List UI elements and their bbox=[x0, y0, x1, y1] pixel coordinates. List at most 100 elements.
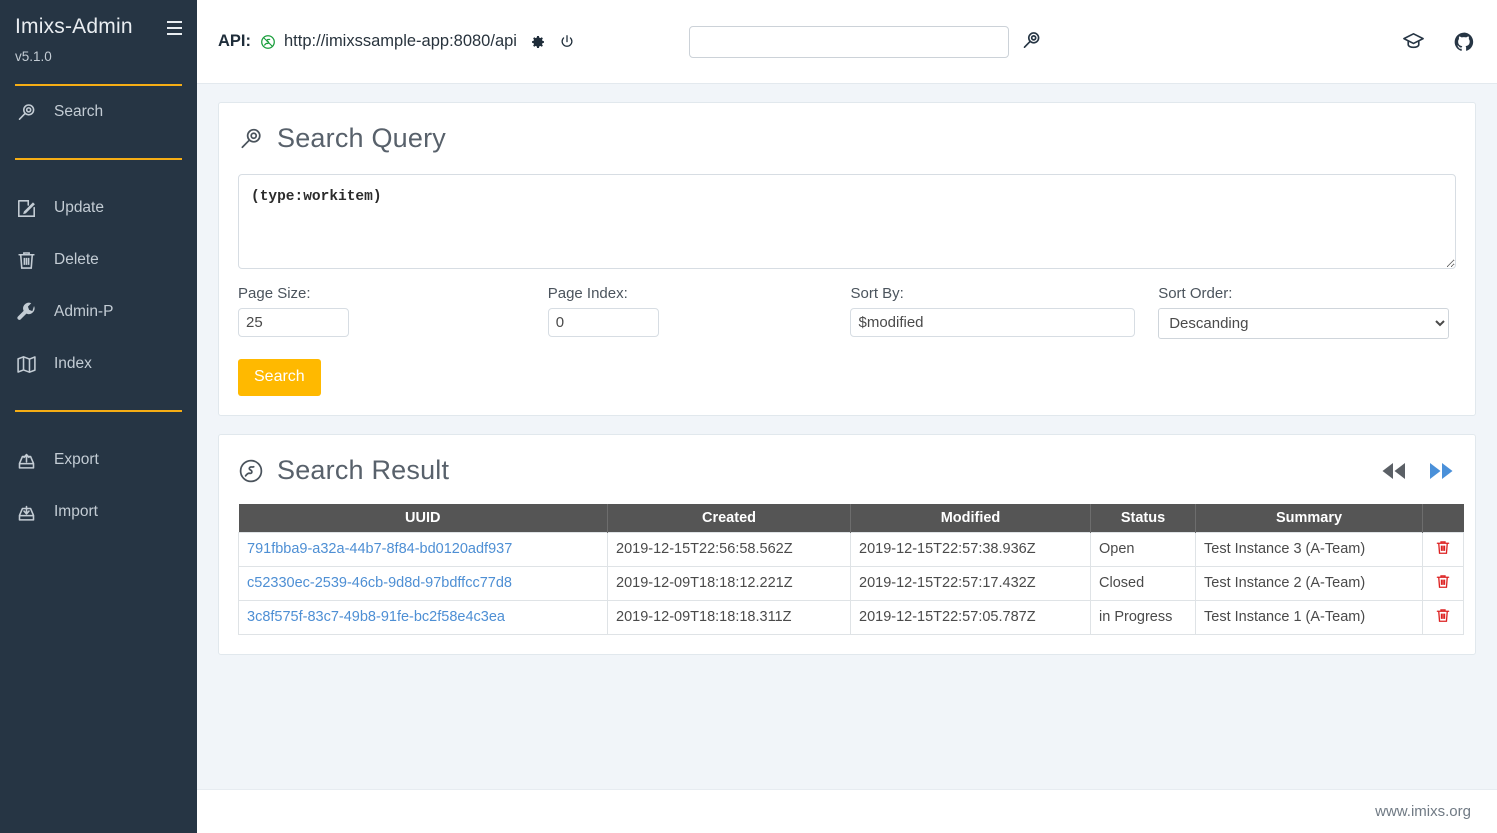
magnifier-icon bbox=[15, 101, 37, 123]
uuid-link[interactable]: c52330ec-2539-46cb-9d8d-97bdffcc77d8 bbox=[247, 575, 512, 591]
footer-text: www.imixs.org bbox=[1375, 803, 1471, 820]
sort-order-select[interactable]: DescandingAscanding bbox=[1158, 308, 1449, 339]
table-row: 3c8f575f-83c7-49b8-91fe-bc2f58e4c3ea 2019… bbox=[239, 600, 1464, 634]
github-icon[interactable] bbox=[1453, 31, 1475, 53]
cell-summary: Test Instance 1 (A-Team) bbox=[1196, 600, 1423, 634]
cell-summary: Test Instance 2 (A-Team) bbox=[1196, 566, 1423, 600]
page-title: Search Query bbox=[277, 123, 446, 154]
cell-actions bbox=[1423, 600, 1464, 634]
cell-created: 2019-12-09T18:18:18.311Z bbox=[608, 600, 851, 634]
app-title: Imixs-Admin bbox=[15, 14, 133, 40]
delete-row-button[interactable] bbox=[1435, 573, 1451, 590]
cell-actions bbox=[1423, 532, 1464, 566]
previous-page-button[interactable] bbox=[1379, 459, 1409, 483]
page-size-label: Page Size: bbox=[238, 285, 548, 302]
sidebar-item-delete[interactable]: Delete bbox=[0, 234, 197, 286]
uuid-link[interactable]: 791fbba9-a32a-44b7-8f84-bd0120adf937 bbox=[247, 541, 512, 557]
power-icon[interactable] bbox=[559, 34, 575, 50]
sort-by-input[interactable] bbox=[850, 308, 1135, 337]
next-page-button[interactable] bbox=[1426, 459, 1456, 483]
cell-status: Open bbox=[1091, 532, 1196, 566]
sidebar-item-admin-p[interactable]: Admin-P bbox=[0, 286, 197, 338]
page-size-input[interactable] bbox=[238, 308, 349, 337]
column-header-actions bbox=[1423, 504, 1464, 532]
query-params-row: Page Size: Page Index: Sort By: Sort Ord… bbox=[238, 285, 1456, 339]
cell-modified: 2019-12-15T22:57:38.936Z bbox=[851, 532, 1091, 566]
sidebar-item-label: Search bbox=[54, 103, 103, 121]
column-header-uuid[interactable]: UUID bbox=[239, 504, 608, 532]
results-table: UUID Created Modified Status Summary 791… bbox=[238, 504, 1464, 635]
sort-order-group: Sort Order: DescandingAscanding bbox=[1158, 285, 1456, 339]
sort-order-label: Sort Order: bbox=[1158, 285, 1456, 302]
results-table-wrap: UUID Created Modified Status Summary 791… bbox=[238, 504, 1456, 635]
uuid-link[interactable]: 3c8f575f-83c7-49b8-91fe-bc2f58e4c3ea bbox=[247, 609, 505, 625]
sidebar-item-label: Update bbox=[54, 199, 104, 217]
sidebar-nav: Search Update bbox=[0, 86, 197, 538]
sort-by-group: Sort By: bbox=[850, 285, 1158, 339]
cell-actions bbox=[1423, 566, 1464, 600]
sidebar-item-index[interactable]: Index bbox=[0, 338, 197, 390]
sidebar-item-import[interactable]: Import bbox=[0, 486, 197, 538]
gear-icon[interactable] bbox=[530, 34, 546, 50]
column-header-modified[interactable]: Modified bbox=[851, 504, 1091, 532]
topbar-links bbox=[1402, 30, 1475, 53]
sidebar-brand-row: Imixs-Admin bbox=[0, 0, 197, 40]
api-info: API: http://imixssample-app:8080/api bbox=[218, 32, 575, 51]
cell-created: 2019-12-15T22:56:58.562Z bbox=[608, 532, 851, 566]
delete-row-button[interactable] bbox=[1435, 539, 1451, 556]
search-button[interactable]: Search bbox=[238, 359, 321, 396]
page-index-group: Page Index: bbox=[548, 285, 851, 339]
app-version: v5.1.0 bbox=[0, 40, 197, 64]
hamburger-icon[interactable] bbox=[166, 20, 183, 36]
table-header-row: UUID Created Modified Status Summary bbox=[239, 504, 1464, 532]
sidebar-item-export[interactable]: Export bbox=[0, 434, 197, 486]
results-table-head: UUID Created Modified Status Summary bbox=[239, 504, 1464, 532]
sidebar-item-update[interactable]: Update bbox=[0, 182, 197, 234]
export-tray-icon bbox=[15, 449, 37, 471]
column-header-status[interactable]: Status bbox=[1091, 504, 1196, 532]
import-tray-icon bbox=[15, 501, 37, 523]
page-size-group: Page Size: bbox=[238, 285, 548, 339]
section-title: Search Result bbox=[277, 455, 449, 486]
results-table-body: 791fbba9-a32a-44b7-8f84-bd0120adf937 2019… bbox=[239, 532, 1464, 634]
cell-summary: Test Instance 3 (A-Team) bbox=[1196, 532, 1423, 566]
sidebar-item-label: Index bbox=[54, 355, 92, 373]
table-row: c52330ec-2539-46cb-9d8d-97bdffcc77d8 2019… bbox=[239, 566, 1464, 600]
delete-row-button[interactable] bbox=[1435, 607, 1451, 624]
sidebar-item-label: Admin-P bbox=[54, 303, 113, 321]
query-textarea[interactable]: (type:workitem) bbox=[238, 174, 1456, 269]
sidebar-item-label: Export bbox=[54, 451, 99, 469]
cell-modified: 2019-12-15T22:57:17.432Z bbox=[851, 566, 1091, 600]
hamburger-bar bbox=[166, 20, 183, 24]
api-url: http://imixssample-app:8080/api bbox=[284, 32, 517, 51]
search-result-card: Search Result bbox=[218, 434, 1476, 655]
page-index-label: Page Index: bbox=[548, 285, 851, 302]
cell-uuid: 3c8f575f-83c7-49b8-91fe-bc2f58e4c3ea bbox=[239, 600, 608, 634]
column-header-summary[interactable]: Summary bbox=[1196, 504, 1423, 532]
cell-modified: 2019-12-15T22:57:05.787Z bbox=[851, 600, 1091, 634]
search-query-card: Search Query (type:workitem) Page Size: … bbox=[218, 102, 1476, 416]
search-icon[interactable] bbox=[1021, 30, 1042, 51]
page-index-input[interactable] bbox=[548, 308, 659, 337]
graduation-cap-icon[interactable] bbox=[1402, 30, 1425, 53]
search-input[interactable] bbox=[689, 26, 1009, 58]
sidebar-item-label: Import bbox=[54, 503, 98, 521]
api-label: API: bbox=[218, 32, 251, 51]
map-icon bbox=[15, 353, 37, 375]
sidebar-item-search[interactable]: Search bbox=[0, 86, 197, 138]
magnifier-icon bbox=[238, 126, 264, 152]
search-result-header: Search Result bbox=[238, 455, 1456, 486]
wrench-icon bbox=[15, 301, 37, 323]
sidebar-spacer bbox=[0, 412, 197, 434]
topbar-search bbox=[689, 26, 1042, 58]
hamburger-bar bbox=[166, 26, 183, 30]
cell-uuid: 791fbba9-a32a-44b7-8f84-bd0120adf937 bbox=[239, 532, 608, 566]
sidebar-item-label: Delete bbox=[54, 251, 99, 269]
cell-created: 2019-12-09T18:18:12.221Z bbox=[608, 566, 851, 600]
column-header-created[interactable]: Created bbox=[608, 504, 851, 532]
connected-globe-icon bbox=[260, 34, 276, 50]
table-row: 791fbba9-a32a-44b7-8f84-bd0120adf937 2019… bbox=[239, 532, 1464, 566]
trash-icon bbox=[15, 249, 37, 271]
sidebar: Imixs-Admin v5.1.0 Search bbox=[0, 0, 197, 833]
sort-by-label: Sort By: bbox=[850, 285, 1158, 302]
